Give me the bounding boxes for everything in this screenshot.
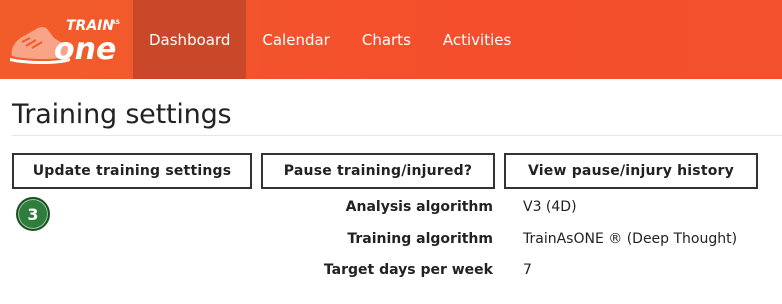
view-pause-history-button[interactable]: View pause/injury history (504, 153, 758, 189)
setting-label: Target days per week (323, 262, 493, 278)
setting-row-target-days: Target days per week 7 (0, 262, 782, 284)
pause-training-button[interactable]: Pause training/injured? (261, 153, 495, 189)
setting-row-training-algorithm: Training algorithm TrainAsONE ® (Deep Th… (0, 231, 782, 253)
top-navbar: TRAIN AS one Dashboard Calendar Charts A… (0, 0, 782, 79)
nav-item-dashboard[interactable]: Dashboard (133, 0, 247, 79)
svg-text:one: one (54, 32, 116, 66)
title-divider (12, 135, 782, 136)
svg-text:AS: AS (111, 19, 120, 26)
brand-logo[interactable]: TRAIN AS one (0, 0, 133, 79)
update-training-settings-button[interactable]: Update training settings (12, 153, 252, 189)
nav-item-activities[interactable]: Activities (427, 0, 527, 79)
page-title: Training settings (12, 99, 232, 130)
setting-label: Training algorithm (347, 231, 493, 247)
setting-value: 7 (523, 262, 532, 278)
setting-row-analysis-algorithm: Analysis algorithm V3 (4D) (0, 199, 782, 221)
setting-value: V3 (4D) (523, 199, 577, 215)
setting-label: Analysis algorithm (345, 199, 493, 215)
setting-value: TrainAsONE ® (Deep Thought) (523, 231, 738, 247)
nav-item-calendar[interactable]: Calendar (246, 0, 345, 79)
nav-item-charts[interactable]: Charts (346, 0, 427, 79)
running-shoe-logo-icon: TRAIN AS one (10, 18, 120, 66)
